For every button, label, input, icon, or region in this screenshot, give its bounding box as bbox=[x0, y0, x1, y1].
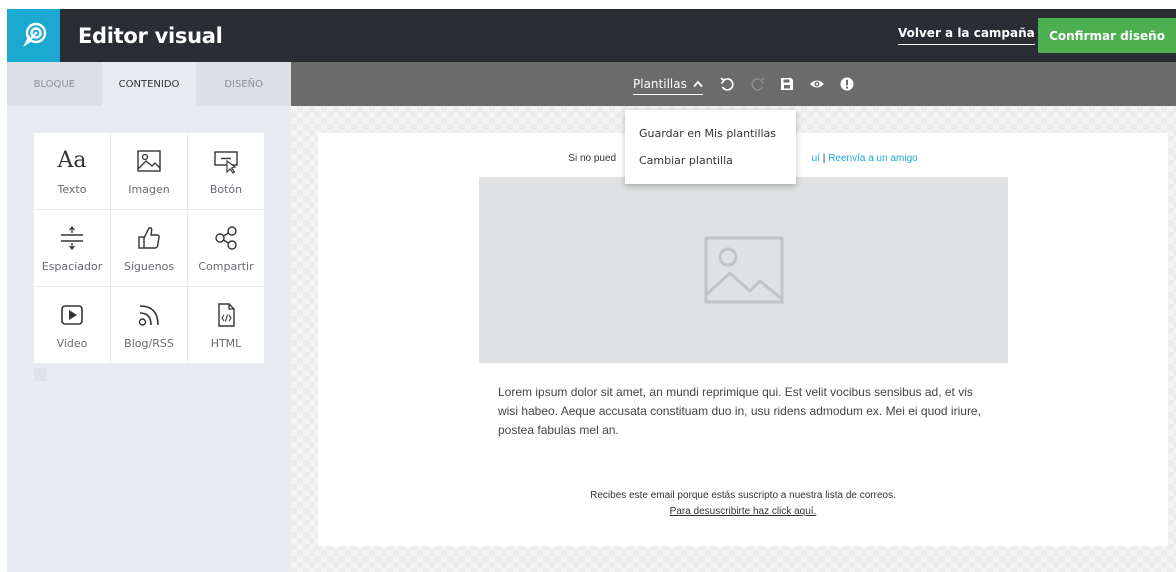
sidebar: BLOQUE CONTENIDO DISEÑO Aa Texto Imagen bbox=[7, 62, 292, 572]
templates-label: Plantillas bbox=[633, 77, 687, 91]
block-label: Botón bbox=[209, 182, 243, 196]
image-placeholder[interactable] bbox=[479, 177, 1008, 363]
block-video[interactable]: Video bbox=[34, 287, 110, 363]
image-placeholder-icon bbox=[704, 236, 783, 304]
templates-dropdown-button[interactable]: Plantillas bbox=[633, 77, 703, 95]
block-image[interactable]: Imagen bbox=[111, 133, 187, 209]
button-icon bbox=[214, 150, 238, 174]
block-html[interactable]: HTML bbox=[188, 287, 264, 363]
spacer-icon bbox=[61, 225, 83, 250]
save-icon[interactable] bbox=[779, 76, 795, 92]
block-follow[interactable]: Síguenos bbox=[111, 210, 187, 286]
undo-icon[interactable] bbox=[719, 76, 735, 92]
view-online-text: Si no pued bbox=[568, 153, 617, 164]
menu-item-save-template[interactable]: Guardar en Mis plantillas bbox=[625, 126, 796, 153]
email-footer: Recibes este email porque estás suscript… bbox=[318, 488, 1168, 520]
block-label: Imagen bbox=[128, 182, 170, 196]
share-icon bbox=[215, 225, 237, 250]
chevron-up-icon bbox=[693, 80, 703, 88]
rocket-target-icon bbox=[22, 22, 46, 47]
preview-eye-icon[interactable] bbox=[809, 76, 825, 92]
block-button[interactable]: Botón bbox=[188, 133, 264, 209]
rss-icon bbox=[138, 304, 159, 326]
block-label: Compartir bbox=[198, 259, 254, 273]
back-to-campaign-link[interactable]: Volver a la campaña bbox=[898, 26, 1035, 45]
thumbs-up-icon bbox=[138, 226, 160, 249]
block-label: Síguenos bbox=[123, 259, 175, 273]
text-icon: Aa bbox=[57, 147, 87, 173]
block-label: Video bbox=[56, 336, 88, 350]
menu-item-change-template[interactable]: Cambiar plantilla bbox=[625, 153, 796, 180]
forward-to-friend-link[interactable]: Reenvía a un amigo bbox=[828, 153, 918, 164]
block-label: Texto bbox=[57, 182, 87, 196]
image-icon bbox=[137, 149, 161, 172]
html-file-icon bbox=[218, 302, 235, 327]
tab-diseno[interactable]: DISEÑO bbox=[196, 62, 292, 106]
sidebar-handle[interactable] bbox=[34, 368, 47, 381]
templates-dropdown-menu: Guardar en Mis plantillas Cambiar planti… bbox=[625, 110, 796, 184]
block-rss[interactable]: Blog/RSS bbox=[111, 287, 187, 363]
footer-subscription-note: Recibes este email porque estás suscript… bbox=[590, 490, 896, 501]
tab-contenido[interactable]: CONTENIDO bbox=[101, 62, 197, 106]
redo-icon[interactable] bbox=[750, 76, 766, 92]
alert-icon[interactable] bbox=[839, 76, 855, 92]
video-icon bbox=[61, 304, 83, 325]
editor-toolbar: Plantillas bbox=[291, 62, 1176, 106]
tab-bloque[interactable]: BLOQUE bbox=[7, 62, 102, 106]
block-text[interactable]: Aa Texto bbox=[34, 133, 110, 209]
block-label: Espaciador bbox=[41, 259, 103, 273]
block-label: Blog/RSS bbox=[124, 336, 174, 350]
block-share[interactable]: Compartir bbox=[188, 210, 264, 286]
content-blocks-grid: Aa Texto Imagen Botón Espaciador Sígueno… bbox=[34, 133, 264, 363]
email-body-text[interactable]: Lorem ipsum dolor sit amet, an mundi rep… bbox=[498, 383, 993, 440]
view-online-link[interactable]: uí bbox=[812, 153, 820, 164]
top-header: Editor visual Volver a la campaña Confir… bbox=[7, 9, 1176, 62]
block-spacer[interactable]: Espaciador bbox=[34, 210, 110, 286]
block-label: HTML bbox=[210, 336, 242, 350]
sidebar-tabs: BLOQUE CONTENIDO DISEÑO bbox=[7, 62, 292, 106]
app-title: Editor visual bbox=[78, 23, 223, 48]
email-preview[interactable]: Si no pued uí | Reenvía a un amigo Lorem… bbox=[318, 133, 1168, 546]
unsubscribe-link[interactable]: Para desuscribirte haz click aquí. bbox=[318, 504, 1168, 520]
logo[interactable] bbox=[7, 9, 60, 62]
confirm-design-button[interactable]: Confirmar diseño bbox=[1038, 18, 1176, 53]
